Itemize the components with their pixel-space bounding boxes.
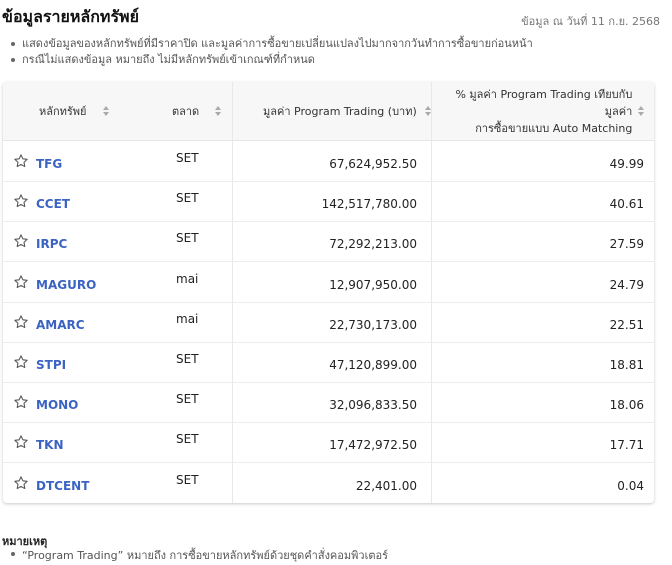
star-outline-icon[interactable] [13, 274, 29, 290]
sort-icon[interactable] [215, 106, 223, 116]
star-outline-icon[interactable] [13, 475, 29, 491]
sort-icon[interactable] [102, 106, 111, 116]
value-cell: 22,730,173.00 [329, 317, 417, 332]
star-outline-icon[interactable] [13, 314, 29, 330]
percent-cell: 22.51 [609, 317, 644, 332]
note-item: กรณีไม่แสดงข้อมูล หมายถึง ไม่มีหลักทรัพย… [8, 52, 533, 68]
value-cell: 22,401.00 [355, 478, 417, 493]
sort-icon[interactable] [638, 106, 646, 116]
notes-list: แสดงข้อมูลของหลักทรัพย์ที่มีราคาปิด และม… [8, 36, 533, 68]
page-title: ข้อมูลรายหลักทรัพย์ [2, 7, 139, 26]
percent-cell: 49.99 [609, 157, 644, 171]
symbol-link[interactable]: STPI [36, 342, 66, 382]
table-row: MAGURO mai 12,907,950.00 24.79 [3, 262, 654, 303]
symbol-link[interactable]: DTCENT [36, 463, 89, 503]
percent-cell: 17.71 [609, 438, 644, 453]
value-cell: 17,472,972.50 [329, 438, 417, 453]
remark-item: “Program Trading” หมายถึง การซื้อขายหลัก… [8, 546, 388, 564]
market-cell: SET [176, 151, 199, 165]
value-cell: 47,120,899.00 [329, 358, 417, 372]
symbol-link[interactable]: MONO [36, 382, 78, 422]
column-header-label-line1: % มูลค่า Program Trading เทียบกับมูลค่า [455, 87, 633, 118]
percent-cell: 18.81 [609, 358, 644, 372]
table-row: STPI SET 47,120,899.00 18.81 [3, 342, 654, 383]
percent-cell: 24.79 [609, 277, 644, 292]
percent-cell: 18.06 [609, 398, 644, 413]
star-outline-icon[interactable] [13, 394, 29, 410]
table-row: DTCENT SET 22,401.00 0.04 [3, 463, 654, 503]
market-cell: SET [176, 352, 199, 366]
star-outline-icon[interactable] [13, 233, 29, 249]
symbol-link[interactable]: AMARC [36, 302, 85, 342]
value-cell: 142,517,780.00 [321, 197, 417, 212]
note-item: แสดงข้อมูลของหลักทรัพย์ที่มีราคาปิด และม… [8, 36, 533, 52]
symbol-link[interactable]: TKN [36, 422, 64, 462]
percent-cell: 0.04 [617, 478, 644, 493]
market-cell: mai [176, 271, 199, 286]
symbol-link[interactable]: MAGURO [36, 262, 96, 302]
column-header-label-line2: การซื้อขายแบบ Auto Matching [475, 121, 633, 135]
column-header-label: % มูลค่า Program Trading เทียบกับมูลค่า … [436, 86, 632, 137]
table-row: AMARC mai 22,730,173.00 22.51 [3, 302, 654, 343]
market-cell: mai [176, 311, 199, 326]
remarks-list: “Program Trading” หมายถึง การซื้อขายหลัก… [8, 546, 388, 564]
market-cell: SET [176, 191, 199, 206]
market-cell: SET [176, 472, 199, 487]
value-cell: 32,096,833.50 [329, 398, 417, 413]
securities-table: หลักทรัพย์ ตลาด มูลค่า Program Trading (… [3, 82, 654, 503]
symbol-link[interactable]: TFG [36, 141, 62, 181]
column-header-label: หลักทรัพย์ [39, 104, 87, 118]
column-header-label: ตลาด [172, 104, 200, 118]
table-row: CCET SET 142,517,780.00 40.61 [3, 181, 654, 223]
star-outline-icon[interactable] [13, 434, 29, 450]
value-cell: 12,907,950.00 [329, 277, 417, 292]
symbol-link[interactable]: CCET [36, 181, 70, 221]
column-header-value[interactable]: มูลค่า Program Trading (บาท) [263, 82, 433, 140]
percent-cell: 40.61 [609, 197, 644, 212]
table-row: MONO SET 32,096,833.50 18.06 [3, 382, 654, 424]
star-outline-icon[interactable] [13, 153, 29, 169]
column-header-symbol[interactable]: หลักทรัพย์ [39, 82, 111, 140]
column-header-market[interactable]: ตลาด [172, 82, 223, 140]
star-outline-icon[interactable] [13, 354, 29, 370]
table-row: IRPC SET 72,292,213.00 27.59 [3, 221, 654, 263]
symbol-link[interactable]: IRPC [36, 221, 67, 261]
data-as-of-date: ข้อมูล ณ วันที่ 11 ก.ย. 2568 [521, 15, 660, 28]
column-header-percent[interactable]: % มูลค่า Program Trading เทียบกับมูลค่า … [436, 82, 646, 140]
star-outline-icon[interactable] [13, 193, 29, 209]
market-cell: SET [176, 432, 199, 447]
percent-cell: 27.59 [609, 237, 644, 252]
value-cell: 67,624,952.50 [329, 157, 417, 171]
market-cell: SET [176, 392, 199, 407]
column-header-label: มูลค่า Program Trading (บาท) [263, 104, 417, 118]
table-header: หลักทรัพย์ ตลาด มูลค่า Program Trading (… [3, 82, 654, 141]
table-row: TFG SET 67,624,952.50 49.99 [3, 141, 654, 182]
table-row: TKN SET 17,472,972.50 17.71 [3, 422, 654, 464]
value-cell: 72,292,213.00 [329, 237, 417, 252]
market-cell: SET [176, 231, 199, 246]
